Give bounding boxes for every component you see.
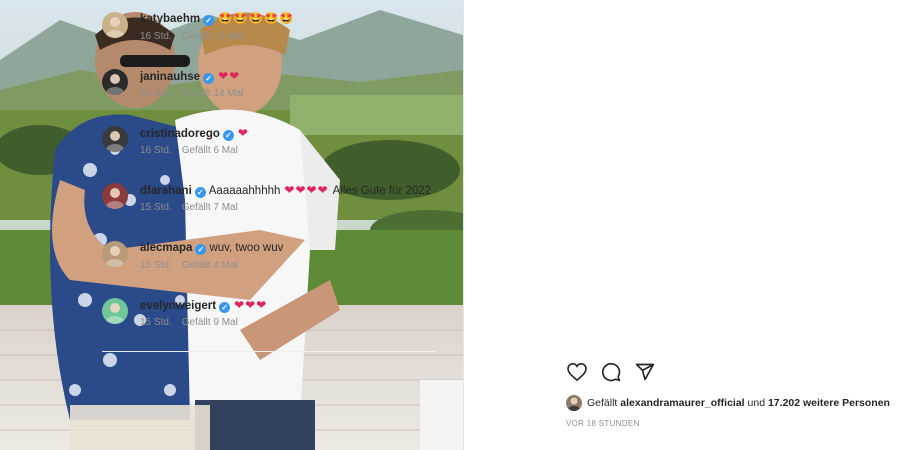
red-heart-icon: ❤ — [234, 298, 245, 312]
comment-meta: 15 Std. Gefällt 9 Mal — [140, 317, 238, 328]
commenter-avatar[interactable] — [102, 241, 128, 267]
red-heart-icon: ❤ — [317, 183, 328, 197]
commenter-username[interactable]: dfarahani — [140, 185, 192, 197]
star-struck-emoji-icon: 🤩 — [264, 13, 279, 25]
star-struck-emoji-icon: 🤩 — [279, 13, 294, 25]
commenter-username[interactable]: evelynweigert — [140, 300, 216, 312]
commenter-username[interactable]: alecmapa — [140, 242, 192, 254]
red-heart-icon: ❤ — [237, 126, 248, 140]
comment-row: cristinadorego ✓ ❤ 16 Std. Gefällt 6 Mal — [102, 126, 436, 166]
comment-line: cristinadorego ✓ ❤ — [140, 126, 248, 141]
comment-likes[interactable]: Gefällt 9 Mal — [182, 317, 238, 328]
comment-meta: 16 Std. Gefällt 14 Mal — [140, 88, 243, 99]
commenter-avatar[interactable] — [102, 12, 128, 38]
star-struck-emoji-icon: 🤩 — [218, 13, 233, 25]
share-button[interactable] — [633, 360, 657, 384]
comment-likes[interactable]: Gefällt 14 Mal — [182, 88, 244, 99]
red-heart-icon: ❤ — [306, 183, 317, 197]
comment-line: katybaehm ✓ 🤩🤩🤩🤩🤩 — [140, 12, 294, 26]
commenter-avatar[interactable] — [102, 126, 128, 152]
comment-time[interactable]: 16 Std. — [140, 88, 172, 99]
comment-row: alecmapa ✓ wuv, twoo wuv 15 Std. Gefällt 4 M… — [102, 241, 436, 281]
star-struck-emoji-icon: 🤩 — [233, 13, 248, 25]
comment-time[interactable]: 16 Std. — [140, 31, 172, 42]
comment-likes[interactable]: Gefällt 6 Mal — [182, 145, 238, 156]
red-heart-icon: ❤ — [245, 298, 256, 312]
likes-summary: Gefällt alexandramaurer_official und 17.… — [566, 395, 890, 411]
red-heart-icon: ❤ — [284, 183, 295, 197]
commenter-username[interactable]: katybaehm — [140, 13, 200, 25]
speech-bubble-icon — [601, 362, 621, 382]
comment-time[interactable]: 15 Std. — [140, 317, 172, 328]
verified-badge-icon: ✓ — [222, 130, 234, 141]
comment-meta: 15 Std. Gefällt 7 Mal — [140, 202, 238, 213]
likes-middle: und — [747, 397, 766, 409]
comment-meta: 16 Std. Gefällt 16 Mal — [140, 31, 243, 42]
post-actions — [565, 360, 657, 384]
comment-likes[interactable]: Gefällt 7 Mal — [182, 202, 238, 213]
liker-avatar[interactable] — [566, 395, 582, 411]
like-button[interactable] — [565, 360, 589, 384]
verified-badge-icon: ✓ — [203, 73, 215, 84]
red-heart-icon: ❤ — [295, 183, 306, 197]
comment-text: wuv, twoo wuv — [209, 242, 284, 254]
verified-badge-icon: ✓ — [219, 302, 231, 313]
heart-outline-icon — [567, 363, 587, 381]
comment-row: dfarahani ✓ Aaaaaahhhhh ❤❤❤❤ Alles Gute für … — [102, 183, 436, 223]
comment-meta: 15 Std. Gefällt 4 Mal — [140, 260, 238, 271]
verified-badge-icon: ✓ — [194, 187, 206, 198]
comment-line: evelynweigert ✓ ❤❤❤ — [140, 298, 266, 313]
likes-prefix: Gefällt — [587, 397, 618, 409]
post-image — [0, 0, 463, 450]
actions-divider — [102, 351, 436, 352]
comment-row: katybaehm ✓ 🤩🤩🤩🤩🤩 16 Std. Gefällt 16 Mal — [102, 12, 436, 52]
verified-badge-icon: ✓ — [195, 244, 207, 255]
commenter-avatar[interactable] — [102, 69, 128, 95]
comment-meta: 16 Std. Gefällt 6 Mal — [140, 145, 238, 156]
comment-time[interactable]: 16 Std. — [140, 145, 172, 156]
pane-divider — [463, 0, 464, 450]
comment-time[interactable]: 15 Std. — [140, 202, 172, 213]
post-photo[interactable] — [0, 0, 463, 450]
verified-badge-icon: ✓ — [203, 15, 215, 26]
comment-likes[interactable]: Gefällt 16 Mal — [182, 31, 244, 42]
post-timestamp[interactable]: VOR 18 STUNDEN — [566, 419, 640, 428]
comment-row: janinauhse ✓ ❤❤ 16 Std. Gefällt 14 Mal — [102, 69, 436, 109]
liker-username[interactable]: alexandramaurer_official — [620, 397, 744, 409]
comment-likes[interactable]: Gefällt 4 Mal — [182, 260, 238, 271]
commenter-avatar[interactable] — [102, 183, 128, 209]
paper-plane-icon — [635, 363, 655, 381]
commenter-username[interactable]: janinauhse — [140, 71, 200, 83]
comment-text: Aaaaaahhhhh — [208, 185, 281, 197]
red-heart-icon: ❤ — [229, 69, 240, 83]
red-heart-icon: ❤ — [218, 69, 229, 83]
comment-line: alecmapa ✓ wuv, twoo wuv — [140, 241, 283, 255]
commenter-avatar[interactable] — [102, 298, 128, 324]
red-heart-icon: ❤ — [256, 298, 267, 312]
star-struck-emoji-icon: 🤩 — [248, 13, 264, 25]
comment-row: evelynweigert ✓ ❤❤❤ 15 Std. Gefällt 9 Mal — [102, 298, 436, 338]
comment-time[interactable]: 15 Std. — [140, 260, 172, 271]
comment-line: janinauhse ✓ ❤❤ — [140, 69, 239, 84]
commenter-username[interactable]: cristinadorego — [140, 128, 220, 140]
comment-button[interactable] — [599, 360, 623, 384]
likes-count[interactable]: 17.202 weitere Personen — [768, 397, 890, 409]
comment-line: dfarahani ✓ Aaaaaahhhhh ❤❤❤❤ Alles Gute für … — [140, 183, 431, 198]
comment-text-suffix: Alles Gute für 2022 — [332, 185, 432, 197]
